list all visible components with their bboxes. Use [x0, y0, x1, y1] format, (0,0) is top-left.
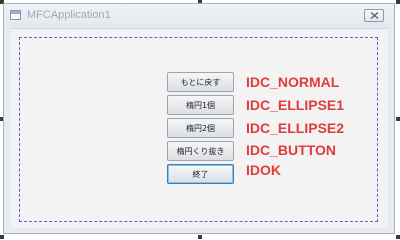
exit-button[interactable]: 終了 [167, 164, 234, 184]
title-bar[interactable]: MFCApplication1 [4, 4, 394, 28]
dialog-client-area: もとに戻す 楕円1個 楕円2個 楕円くり抜き 終了 IDC_NORMAL IDC… [11, 28, 388, 228]
close-icon [370, 12, 378, 19]
id-label-ellipse1: IDC_ELLIPSE1 [246, 97, 345, 113]
ellipse-cutout-button[interactable]: 楕円くり抜き [167, 141, 234, 161]
id-label-ellipse2: IDC_ELLIPSE2 [246, 120, 345, 136]
close-button[interactable] [364, 9, 384, 22]
ellipse1-button[interactable]: 楕円1個 [167, 95, 234, 115]
resize-handle-right[interactable] [396, 117, 400, 121]
id-label-normal: IDC_NORMAL [246, 74, 340, 90]
resize-handle-bottom-left[interactable] [0, 235, 4, 239]
resize-handle-bottom-right[interactable] [396, 235, 400, 239]
window-title: MFCApplication1 [27, 9, 111, 21]
id-label-ok: IDOK [246, 162, 281, 178]
resize-handle-bottom[interactable] [198, 235, 202, 239]
app-window-icon [10, 10, 21, 20]
undo-button[interactable]: もとに戻す [167, 72, 234, 92]
resize-handle-top-right[interactable] [396, 0, 400, 4]
id-label-button: IDC_BUTTON [246, 142, 336, 158]
ellipse2-button[interactable]: 楕円2個 [167, 118, 234, 138]
dialog-window: MFCApplication1 もとに戻す 楕円1個 楕円2個 楕円くり抜き 終… [3, 3, 395, 234]
